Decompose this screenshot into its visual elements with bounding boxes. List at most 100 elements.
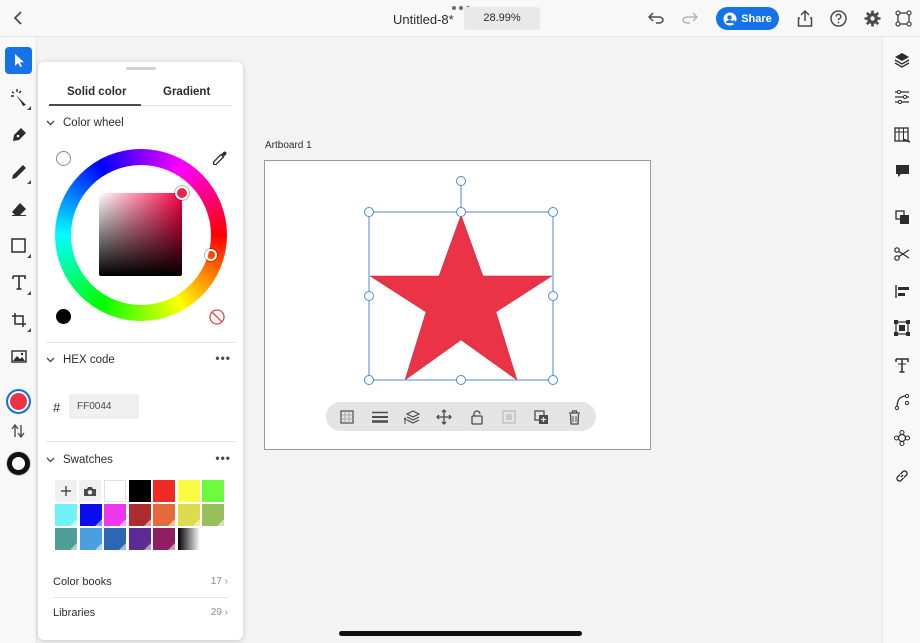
hex-input[interactable]: FF0044 bbox=[69, 394, 139, 419]
color-swatch[interactable] bbox=[202, 504, 224, 526]
saturation-handle[interactable] bbox=[175, 186, 189, 200]
help-icon[interactable] bbox=[828, 8, 848, 28]
hex-more-options-icon[interactable]: ••• bbox=[215, 351, 231, 365]
group-icon[interactable] bbox=[500, 408, 518, 426]
color-swatch[interactable] bbox=[104, 528, 126, 550]
transparency-icon[interactable] bbox=[338, 408, 356, 426]
stroke-weight-icon[interactable] bbox=[371, 408, 389, 426]
color-books-row[interactable]: Color books 17 › bbox=[53, 576, 228, 588]
pen-icon bbox=[12, 127, 26, 141]
text-icon bbox=[11, 275, 26, 290]
libraries-row[interactable]: Libraries 29 › bbox=[53, 607, 228, 619]
no-color-icon[interactable] bbox=[209, 309, 225, 330]
zoom-level[interactable]: 28.99% bbox=[464, 7, 540, 30]
black-color-button[interactable] bbox=[56, 309, 71, 324]
links-icon[interactable] bbox=[892, 466, 912, 486]
chevron-down-icon bbox=[46, 357, 55, 363]
libraries-label: Libraries bbox=[53, 607, 96, 619]
move-icon[interactable] bbox=[435, 408, 453, 426]
export-icon[interactable] bbox=[795, 8, 815, 28]
color-swatch[interactable] bbox=[104, 504, 126, 526]
color-panel: Solid color Gradient Color wheel HEX cod… bbox=[38, 62, 243, 640]
context-action-bar bbox=[326, 402, 596, 431]
back-icon[interactable] bbox=[8, 8, 28, 28]
properties-icon[interactable] bbox=[892, 87, 912, 107]
saturation-brightness-square[interactable] bbox=[99, 193, 182, 276]
repeat-grid-icon[interactable] bbox=[892, 428, 912, 448]
color-swatch[interactable] bbox=[79, 528, 102, 550]
camera-icon bbox=[84, 486, 96, 496]
unlock-icon[interactable] bbox=[468, 408, 486, 426]
share-button[interactable]: Share bbox=[716, 7, 779, 30]
color-swatch[interactable] bbox=[177, 504, 200, 526]
duplicate-icon[interactable] bbox=[532, 408, 550, 426]
color-swatch[interactable] bbox=[104, 480, 126, 502]
arrange-panel-icon[interactable] bbox=[892, 207, 912, 227]
panel-drag-handle[interactable] bbox=[126, 67, 156, 70]
libraries-count: 29 › bbox=[210, 607, 228, 618]
color-swatch[interactable] bbox=[153, 480, 175, 502]
color-swatch[interactable] bbox=[202, 480, 224, 502]
redo-icon[interactable] bbox=[680, 8, 700, 28]
color-wheel-section-header[interactable]: Color wheel bbox=[46, 117, 124, 129]
transform-icon[interactable] bbox=[892, 318, 912, 338]
color-swatch[interactable] bbox=[128, 480, 151, 502]
swap-fill-stroke-icon[interactable] bbox=[10, 423, 26, 443]
color-swatch[interactable] bbox=[55, 528, 77, 550]
artboard-label[interactable]: Artboard 1 bbox=[265, 140, 312, 151]
document-title[interactable]: Untitled-8* bbox=[393, 12, 454, 27]
comments-icon[interactable] bbox=[892, 161, 912, 181]
hex-code-label: HEX code bbox=[63, 354, 115, 366]
color-swatch[interactable] bbox=[177, 528, 200, 550]
image-tool[interactable] bbox=[5, 343, 32, 370]
share-label: Share bbox=[741, 12, 772, 25]
hue-handle[interactable] bbox=[205, 249, 217, 261]
crop-tool[interactable] bbox=[5, 306, 32, 333]
path-operations-icon[interactable] bbox=[892, 244, 912, 264]
layers-icon[interactable] bbox=[892, 50, 912, 70]
select-tool[interactable] bbox=[5, 47, 32, 74]
color-swatch[interactable] bbox=[153, 528, 175, 550]
text-tool[interactable] bbox=[5, 269, 32, 296]
hex-section-header[interactable]: HEX code bbox=[46, 354, 115, 366]
align-icon[interactable] bbox=[892, 281, 912, 301]
tab-solid-color[interactable]: Solid color bbox=[67, 86, 126, 98]
smart-select-tool[interactable] bbox=[5, 84, 32, 111]
color-swatch[interactable] bbox=[177, 480, 200, 502]
path-icon[interactable] bbox=[892, 392, 912, 412]
capture-swatch-button[interactable] bbox=[79, 480, 101, 502]
plus-icon bbox=[61, 486, 71, 496]
eyedropper-icon[interactable] bbox=[212, 150, 228, 171]
swatches-section-header[interactable]: Swatches bbox=[46, 454, 113, 466]
color-swatch[interactable] bbox=[55, 504, 77, 526]
swatches-label: Swatches bbox=[63, 454, 113, 466]
color-books-count: 17 › bbox=[210, 576, 228, 587]
add-swatch-button[interactable] bbox=[55, 480, 77, 502]
plugins-icon[interactable] bbox=[893, 8, 913, 28]
color-swatch[interactable] bbox=[79, 504, 102, 526]
fill-color-swatch[interactable] bbox=[6, 389, 31, 414]
text-properties-icon[interactable] bbox=[892, 355, 912, 375]
color-swatch[interactable] bbox=[128, 528, 151, 550]
select-icon bbox=[14, 54, 24, 67]
home-indicator bbox=[339, 631, 582, 636]
color-swatch[interactable] bbox=[128, 504, 151, 526]
left-toolbar bbox=[0, 37, 37, 643]
assets-icon[interactable] bbox=[892, 125, 912, 145]
pencil-tool[interactable] bbox=[5, 158, 32, 185]
undo-icon[interactable] bbox=[646, 8, 666, 28]
color-books-label: Color books bbox=[53, 576, 112, 588]
delete-icon[interactable] bbox=[565, 408, 583, 426]
white-color-button[interactable] bbox=[56, 151, 71, 166]
color-swatch[interactable] bbox=[153, 504, 175, 526]
divider bbox=[46, 441, 236, 442]
tab-gradient[interactable]: Gradient bbox=[163, 86, 210, 98]
eraser-tool[interactable] bbox=[5, 195, 32, 222]
shape-tool[interactable] bbox=[5, 232, 32, 259]
settings-gear-icon[interactable] bbox=[862, 8, 882, 28]
stroke-color-swatch[interactable] bbox=[7, 452, 30, 475]
smart-select-icon bbox=[10, 88, 26, 106]
swatches-more-options-icon[interactable]: ••• bbox=[215, 451, 231, 465]
pen-tool[interactable] bbox=[5, 121, 32, 148]
arrange-icon[interactable] bbox=[403, 408, 421, 426]
